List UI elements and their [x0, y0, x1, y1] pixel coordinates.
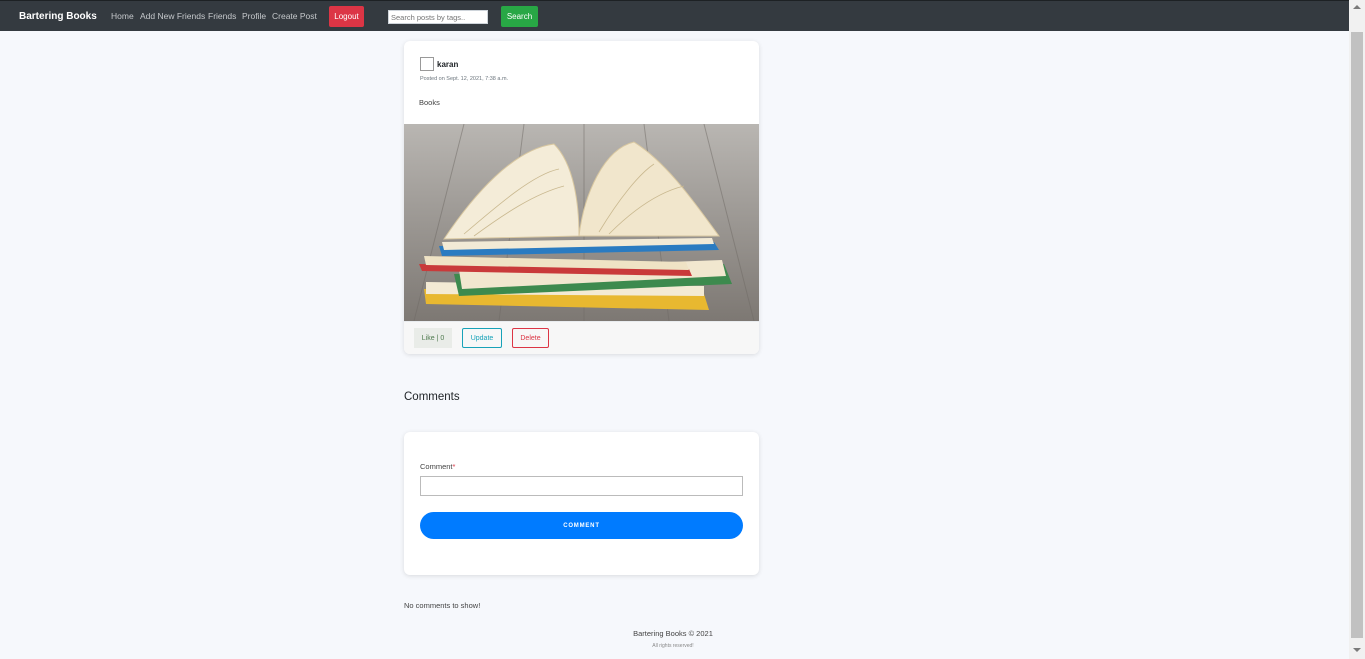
scrollbar[interactable]: [1349, 0, 1365, 659]
nav-link-add-friends[interactable]: Add New Friends: [140, 11, 205, 21]
nav-link-create-post[interactable]: Create Post: [272, 11, 317, 21]
delete-button[interactable]: Delete: [512, 328, 549, 348]
post-date: Posted on Sept. 12, 2021, 7:38 a.m.: [420, 76, 509, 82]
avatar: [420, 57, 434, 71]
comment-label: Comment*: [420, 462, 455, 471]
comment-submit-button[interactable]: COMMENT: [420, 512, 743, 539]
search-input[interactable]: [388, 10, 488, 24]
post-footer: Like | 0 Update Delete: [404, 321, 759, 354]
like-button[interactable]: Like | 0: [414, 328, 452, 348]
update-button[interactable]: Update: [462, 328, 502, 348]
navbar: Bartering Books Home Add New Friends Fri…: [0, 0, 1349, 31]
scroll-down-icon[interactable]: [1353, 648, 1361, 652]
footer-title-text: Bartering Books © 2021: [633, 629, 713, 638]
scroll-up-icon[interactable]: [1353, 5, 1361, 9]
post-text: Books: [419, 98, 440, 107]
search-button[interactable]: Search: [501, 6, 538, 27]
scroll-thumb[interactable]: [1351, 32, 1363, 638]
comment-label-text: Comment: [420, 462, 453, 471]
post-author[interactable]: karan: [437, 60, 458, 69]
footer-subtitle: All rights reserved!: [652, 643, 694, 649]
nav-link-home[interactable]: Home: [111, 11, 134, 21]
comments-heading: Comments: [404, 391, 460, 403]
comment-input[interactable]: [420, 476, 743, 496]
logout-button[interactable]: Logout: [329, 6, 364, 27]
nav-link-friends[interactable]: Friends: [208, 11, 236, 21]
required-mark: *: [452, 462, 456, 471]
comment-form: Comment* COMMENT: [404, 432, 759, 575]
post-image: [404, 124, 759, 321]
nav-link-profile[interactable]: Profile: [242, 11, 266, 21]
brand-link[interactable]: Bartering Books: [19, 11, 97, 22]
post-card: karan Posted on Sept. 12, 2021, 7:38 a.m…: [404, 41, 759, 354]
no-comments-text: No comments to show!: [404, 601, 481, 610]
